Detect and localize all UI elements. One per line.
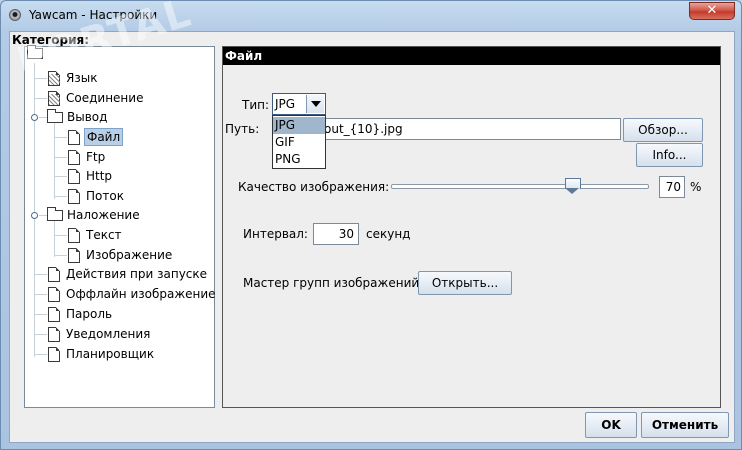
interval-label: Интервал: (243, 227, 308, 241)
browse-button[interactable]: Обзор... (623, 118, 703, 142)
type-option-gif[interactable]: GIF (273, 134, 325, 151)
interval-unit: секунд (366, 227, 411, 241)
tree-item-text[interactable]: Текст (25, 226, 215, 244)
document-icon (48, 327, 60, 342)
chevron-down-icon[interactable] (306, 95, 324, 113)
tree-item-label: Изображение (86, 248, 173, 262)
document-icon (48, 267, 60, 282)
document-icon (68, 169, 80, 184)
folder-icon (47, 207, 63, 221)
tree-connector (55, 176, 67, 177)
expand-toggle-icon[interactable] (31, 114, 38, 121)
tree-item-label: Вывод (67, 110, 108, 124)
ok-button[interactable]: OK (585, 412, 637, 438)
tree-item-overlay[interactable]: Наложение (25, 206, 215, 224)
tree-connector (35, 334, 47, 335)
type-option-png[interactable]: PNG (273, 151, 325, 168)
tree-item-connection[interactable]: Соединение (25, 89, 215, 107)
quality-slider-thumb[interactable] (564, 178, 581, 194)
dialog-body: Категория: Язык Соединение Вывод Файл Ft… (9, 0, 735, 443)
tree-item-language[interactable]: Язык (25, 69, 215, 87)
tree-item-label: Действия при запуске (66, 267, 208, 281)
document-icon (68, 248, 80, 263)
close-button[interactable]: ✕ (689, 2, 735, 20)
tree-item-label: Наложение (67, 208, 140, 222)
cancel-button[interactable]: Отменить (641, 412, 729, 438)
tree-connector (35, 314, 47, 315)
file-settings-panel: Файл Тип: JPG Путь: out_{10}.jpg JPG GIF… (222, 46, 721, 408)
tree-item-label: Файл (84, 128, 124, 146)
tree-item-output[interactable]: Вывод (25, 108, 215, 126)
type-select[interactable]: JPG (272, 93, 326, 115)
document-icon (48, 287, 60, 302)
tree-connector (35, 354, 47, 355)
hatched-doc-icon (48, 71, 60, 86)
quality-unit: % (690, 180, 702, 194)
folder-icon (47, 109, 63, 123)
image-group-wizard-label: Мастер групп изображений: (243, 276, 424, 290)
tree-item-stream[interactable]: Поток (25, 187, 215, 205)
tree-connector (55, 235, 67, 236)
document-icon (68, 130, 80, 145)
tree-item-label: Ftp (86, 150, 106, 164)
title-bar[interactable]: Yawcam - Настройки ✕ (1, 1, 741, 29)
tree-item-label: Пароль (66, 307, 113, 321)
tree-item-startup-actions[interactable]: Действия при запуске (25, 265, 215, 283)
quality-field[interactable]: 70 (659, 176, 685, 198)
tree-item-scheduler[interactable]: Планировщик (25, 345, 215, 363)
tree-connector (35, 274, 47, 275)
tree-connector (39, 215, 47, 216)
tree-item-label: Поток (86, 189, 124, 203)
document-icon (68, 228, 80, 243)
tree-connector (55, 255, 67, 256)
tree-item-label: Оффлайн изображение (66, 287, 216, 301)
type-option-jpg[interactable]: JPG (273, 117, 325, 134)
document-icon (48, 307, 60, 322)
tree-item-label: Http (86, 169, 113, 183)
tree-connector (55, 157, 67, 158)
tree-connector (35, 294, 47, 295)
info-button[interactable]: Info... (636, 143, 703, 167)
path-field[interactable]: out_{10}.jpg (317, 118, 621, 140)
type-selected-value: JPG (275, 97, 296, 111)
quality-slider-track[interactable] (391, 184, 649, 189)
open-wizard-button[interactable]: Открыть... (418, 271, 512, 295)
tree-item-file[interactable]: Файл (25, 128, 215, 146)
tree-item-ftp[interactable]: Ftp (25, 148, 215, 166)
hatched-doc-icon (48, 91, 60, 106)
webcam-app-icon (9, 9, 21, 21)
tree-item-password[interactable]: Пароль (25, 305, 215, 323)
tree-connector (39, 117, 47, 118)
tree-item-label: Язык (66, 71, 98, 85)
tree-item-label: Соединение (66, 91, 144, 105)
tree-item-image[interactable]: Изображение (25, 246, 215, 264)
tree-item-label: Уведомления (66, 327, 151, 341)
path-label: Путь: (225, 122, 260, 136)
settings-window: Yawcam - Настройки ✕ Категория: Язык Сое… (0, 0, 742, 450)
document-icon (48, 347, 60, 362)
expand-toggle-icon[interactable] (31, 212, 38, 219)
panel-header: Файл (223, 47, 720, 65)
interval-field[interactable]: 30 (313, 223, 359, 245)
type-dropdown-list[interactable]: JPG GIF PNG (272, 115, 326, 169)
tree-item-notifications[interactable]: Уведомления (25, 325, 215, 343)
tree-item-label: Планировщик (66, 347, 155, 361)
quality-label: Качество изображения: (238, 180, 390, 194)
document-icon (68, 150, 80, 165)
window-title: Yawcam - Настройки (29, 8, 158, 22)
tree-item-http[interactable]: Http (25, 167, 215, 185)
type-label: Тип: (242, 98, 270, 112)
document-icon (68, 189, 80, 204)
tree-item-label: Текст (86, 228, 122, 242)
tree-connector (35, 78, 47, 79)
category-label: Категория: (12, 33, 90, 47)
category-tree[interactable]: Язык Соединение Вывод Файл Ftp Http Пото… (24, 45, 216, 408)
tree-connector (35, 98, 47, 99)
tree-connector (55, 137, 67, 138)
tree-item-offline-image[interactable]: Оффлайн изображение (25, 285, 216, 303)
tree-connector (55, 196, 67, 197)
root-folder-icon (27, 45, 43, 59)
